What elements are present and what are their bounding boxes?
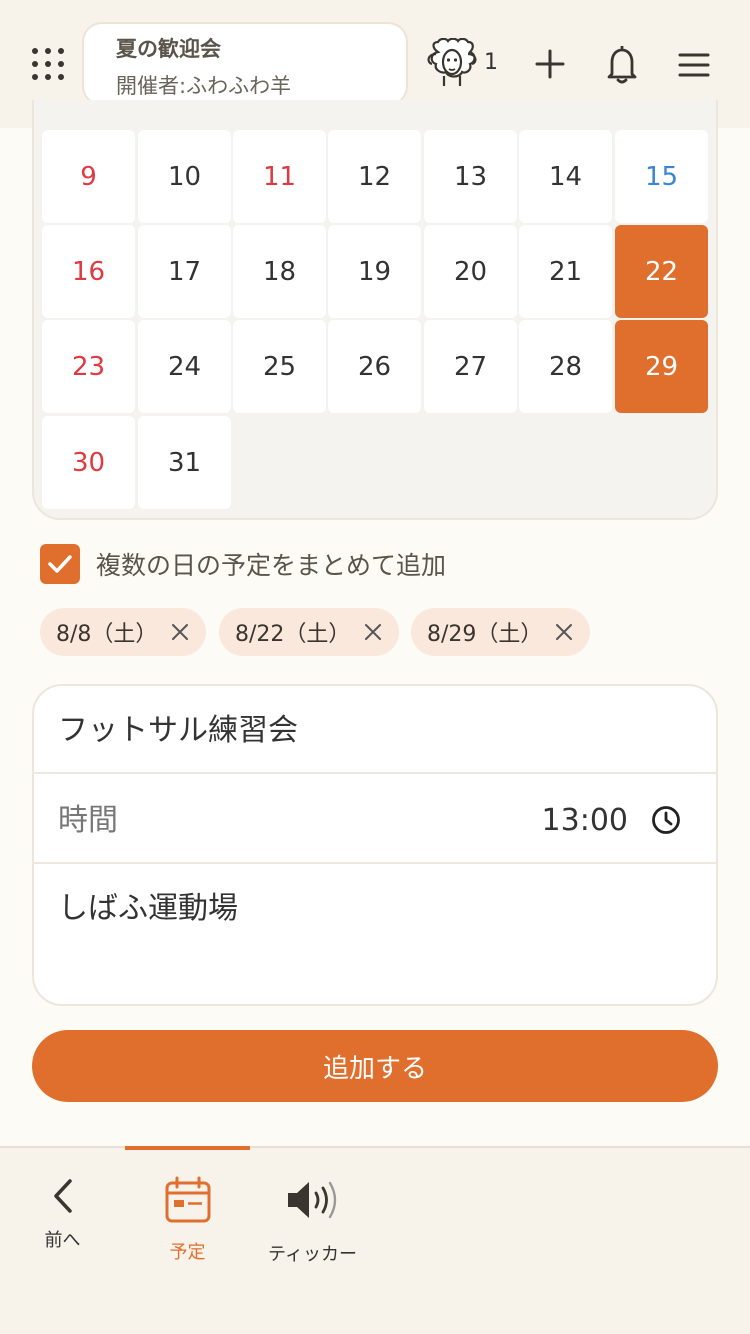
date-chip-label: 8/22（土） — [235, 622, 351, 647]
calendar-day[interactable]: 10 — [138, 130, 231, 223]
calendar-grid: 9 10 11 12 13 14 15 16 17 18 19 20 21 22 23 24 25 26 27 28 2… — [32, 100, 718, 520]
remove-date-icon[interactable] — [170, 622, 190, 642]
calendar-day[interactable]: 20 — [424, 225, 517, 318]
event-switcher[interactable]: 夏の歓迎会 開催者:ふわふわ羊 — [82, 22, 408, 106]
calendar-day[interactable]: 23 — [42, 320, 135, 413]
checkmark-icon — [48, 555, 72, 573]
calendar-icon — [165, 1176, 211, 1223]
calendar-day[interactable]: 28 — [519, 320, 612, 413]
schedule-title-input[interactable]: フットサル練習会 — [58, 706, 298, 756]
remove-date-icon[interactable] — [554, 622, 574, 642]
event-title: 夏の歓迎会 — [116, 37, 221, 61]
hamburger-menu-icon[interactable] — [676, 50, 712, 80]
calendar-day[interactable]: 17 — [138, 225, 231, 318]
multi-day-label: 複数の日の予定をまとめて追加 — [96, 551, 447, 580]
calendar-day[interactable]: 29 — [615, 320, 708, 413]
calendar-day[interactable]: 30 — [42, 416, 135, 509]
date-chip-label: 8/8（土） — [56, 622, 158, 647]
clock-icon[interactable] — [650, 804, 682, 836]
time-label: 時間 — [58, 803, 118, 838]
nav-item-schedule[interactable]: 予定 — [125, 1148, 250, 1278]
calendar-day[interactable]: 19 — [328, 225, 421, 318]
bottom-nav: 前へ 予定 ティッカー — [0, 1146, 750, 1334]
calendar-day[interactable]: 22 — [615, 225, 708, 318]
calendar-day[interactable]: 21 — [519, 225, 612, 318]
schedule-form: フットサル練習会 時間 13:00 しばふ運動場 — [32, 684, 718, 1006]
member-count: 1 — [484, 50, 498, 75]
nav-item-label: ティッカー — [268, 1244, 357, 1265]
date-chip: 8/29（土） — [411, 608, 590, 656]
multi-day-checkbox[interactable] — [40, 544, 80, 584]
calendar-day[interactable]: 27 — [424, 320, 517, 413]
form-divider — [34, 862, 716, 864]
bell-icon[interactable] — [604, 42, 640, 86]
chevron-left-icon — [54, 1179, 72, 1213]
calendar-day[interactable]: 16 — [42, 225, 135, 318]
multi-day-toggle[interactable]: 複数の日の予定をまとめて追加 — [40, 544, 446, 584]
calendar-day[interactable]: 9 — [42, 130, 135, 223]
calendar-day[interactable]: 25 — [233, 320, 326, 413]
calendar-day[interactable]: 31 — [138, 416, 231, 509]
plus-icon[interactable] — [534, 48, 566, 80]
form-divider — [34, 772, 716, 774]
calendar-day[interactable]: 26 — [328, 320, 421, 413]
calendar-day[interactable]: 15 — [615, 130, 708, 223]
calendar-day[interactable]: 24 — [138, 320, 231, 413]
add-button[interactable]: 追加する — [32, 1030, 718, 1102]
nav-item-prev[interactable]: 前へ — [0, 1148, 125, 1278]
place-input[interactable]: しばふ運動場 — [58, 884, 238, 934]
time-input[interactable]: 13:00 — [542, 796, 628, 846]
grid-menu-icon[interactable] — [30, 46, 66, 82]
date-chip: 8/22（土） — [219, 608, 399, 656]
date-chip-label: 8/29（土） — [427, 622, 543, 647]
calendar-day[interactable]: 13 — [424, 130, 517, 223]
sheep-icon[interactable] — [424, 38, 480, 90]
date-chip: 8/8（土） — [40, 608, 206, 656]
calendar-day[interactable]: 18 — [233, 225, 326, 318]
remove-date-icon[interactable] — [363, 622, 383, 642]
calendar-day[interactable]: 14 — [519, 130, 612, 223]
nav-item-label: 前へ — [44, 1230, 81, 1251]
speaker-icon — [288, 1181, 337, 1219]
calendar-day[interactable]: 12 — [328, 130, 421, 223]
nav-item-ticker[interactable]: ティッカー — [250, 1148, 375, 1278]
calendar-day[interactable]: 11 — [233, 130, 326, 223]
nav-item-label: 予定 — [169, 1242, 206, 1263]
